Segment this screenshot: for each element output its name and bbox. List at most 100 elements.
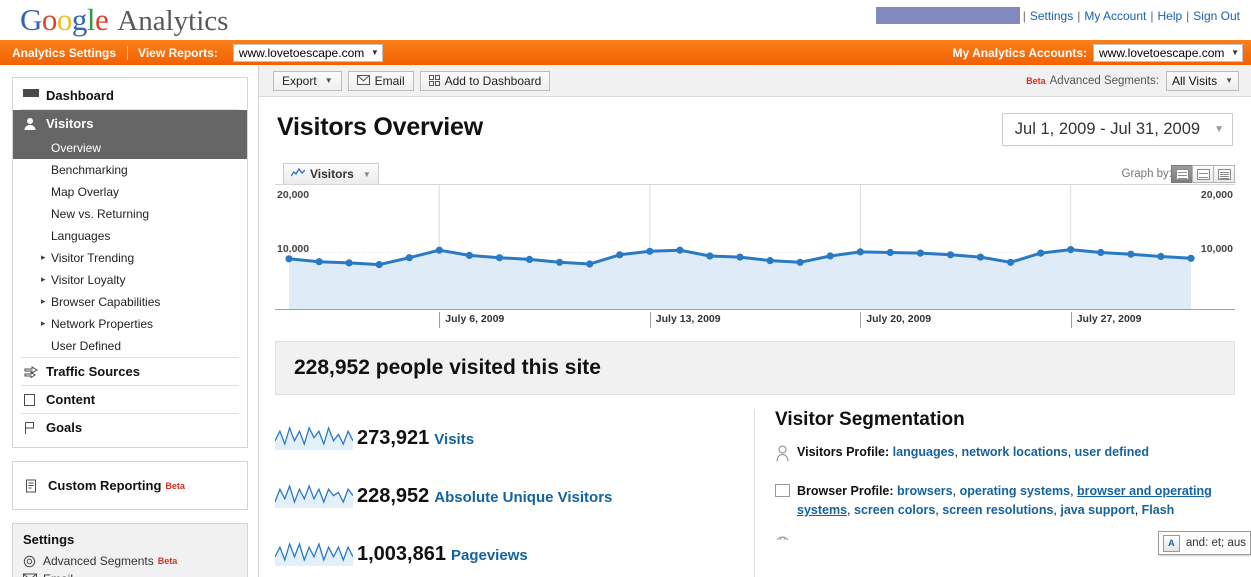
chevron-down-icon: ▼ bbox=[370, 48, 379, 57]
settings-item-label: Email bbox=[43, 572, 73, 577]
metric-selector-tab[interactable]: Visitors ▼ bbox=[283, 163, 379, 184]
graph-by-week-button[interactable] bbox=[1192, 165, 1214, 183]
metric-label-visits[interactable]: Visits bbox=[434, 431, 474, 448]
sidebar-item-overview[interactable]: Overview bbox=[13, 137, 247, 159]
seg-link-operating-systems[interactable]: operating systems bbox=[960, 484, 1070, 498]
sidebar-item-user-defined[interactable]: User Defined bbox=[13, 335, 247, 357]
x-axis-tick-label: July 20, 2009 bbox=[860, 312, 931, 328]
header-link-settings[interactable]: Settings bbox=[1027, 9, 1076, 23]
seg-link-user-defined[interactable]: user defined bbox=[1075, 445, 1149, 459]
advanced-segments-label: Advanced Segments: bbox=[1049, 74, 1159, 87]
sidebar-group-goals: Goals bbox=[21, 414, 239, 441]
envelope-icon bbox=[23, 573, 38, 577]
sidebar-item-visitor-trending[interactable]: Visitor Trending bbox=[13, 247, 247, 269]
graph-by-label: Graph by: bbox=[1121, 168, 1173, 180]
export-button[interactable]: Export ▼ bbox=[273, 70, 342, 91]
sidebar-item-label: Content bbox=[46, 392, 96, 407]
chart-plot-area: 20,000 20,000 10,000 10,000 bbox=[275, 184, 1235, 310]
sidebar: Dashboard Visitors Overview Benchmarking… bbox=[0, 65, 258, 577]
seg-link-network-locations[interactable]: network locations bbox=[961, 445, 1067, 459]
seg-link-screen-resolutions[interactable]: screen resolutions bbox=[942, 503, 1053, 517]
advanced-segments-control: Beta Advanced Segments: All Visits ▼ bbox=[1022, 70, 1239, 91]
week-view-icon bbox=[1196, 168, 1210, 180]
sidebar-item-custom-reporting[interactable]: Custom Reporting Beta bbox=[13, 472, 247, 499]
sidebar-group-dashboard: Dashboard bbox=[21, 82, 239, 110]
segmentation-row-label: Browser Profile: bbox=[797, 484, 894, 498]
metric-label-unique-visitors[interactable]: Absolute Unique Visitors bbox=[434, 489, 612, 506]
add-to-dashboard-button[interactable]: Add to Dashboard bbox=[419, 70, 551, 91]
add-to-dashboard-label: Add to Dashboard bbox=[444, 73, 542, 88]
sidebar-item-content[interactable]: Content bbox=[21, 386, 239, 413]
sidebar-item-browser-capabilities[interactable]: Browser Capabilities bbox=[13, 291, 247, 313]
globe-outline-icon bbox=[775, 534, 797, 540]
chevron-down-icon: ▼ bbox=[1231, 48, 1239, 57]
metric-row: 273,921 Visits bbox=[274, 409, 744, 467]
logo-suffix: Analytics bbox=[117, 5, 229, 37]
x-axis-tick-label: July 6, 2009 bbox=[439, 312, 504, 328]
metric-value: 228,952 bbox=[357, 484, 430, 507]
segmentation-row-label: Visitors Profile: bbox=[797, 445, 890, 459]
view-reports-value: www.lovetoescape.com bbox=[238, 45, 365, 60]
metric-value-row: 273,921 Visits bbox=[357, 427, 474, 450]
seg-link-screen-colors[interactable]: screen colors bbox=[854, 503, 935, 517]
page-title: Visitors Overview bbox=[277, 113, 483, 141]
date-range-picker[interactable]: Jul 1, 2009 - Jul 31, 2009 ▼ bbox=[1001, 113, 1233, 146]
sidebar-item-new-vs-returning[interactable]: New vs. Returning bbox=[13, 203, 247, 225]
export-label: Export bbox=[282, 73, 317, 88]
sidebar-item-benchmarking[interactable]: Benchmarking bbox=[13, 159, 247, 181]
chevron-down-icon: ▼ bbox=[362, 169, 371, 179]
my-analytics-accounts-value: www.lovetoescape.com bbox=[1099, 45, 1225, 60]
advanced-segments-value: All Visits bbox=[1171, 73, 1218, 88]
envelope-icon bbox=[356, 74, 370, 88]
settings-item-advanced-segments[interactable]: Advanced Segments Beta bbox=[23, 552, 237, 570]
sidebar-item-visitor-loyalty[interactable]: Visitor Loyalty bbox=[13, 269, 247, 291]
settings-panel: Settings Advanced Segments Beta Email bbox=[12, 523, 248, 577]
translate-icon[interactable]: A bbox=[1162, 534, 1180, 552]
sidebar-item-traffic-sources[interactable]: Traffic Sources bbox=[21, 358, 239, 385]
chevron-down-icon: ▼ bbox=[324, 76, 333, 85]
translate-tooltip-text: and: et; aus bbox=[1185, 537, 1246, 549]
sidebar-item-dashboard[interactable]: Dashboard bbox=[21, 82, 239, 109]
date-range-value: Jul 1, 2009 - Jul 31, 2009 bbox=[1014, 120, 1201, 138]
view-reports-label: View Reports: bbox=[138, 45, 218, 60]
header-link-help[interactable]: Help bbox=[1154, 9, 1185, 23]
sidebar-item-label: Visitors bbox=[46, 116, 94, 131]
custom-reporting-panel: Custom Reporting Beta bbox=[12, 461, 248, 510]
header-link-my-account[interactable]: My Account bbox=[1081, 9, 1149, 23]
graph-by-month-button[interactable] bbox=[1213, 165, 1235, 183]
sidebar-item-visitors[interactable]: Visitors bbox=[13, 110, 247, 137]
metric-row: 1,003,861 Pageviews bbox=[274, 525, 744, 577]
beta-badge: Beta bbox=[157, 556, 178, 566]
my-analytics-accounts-label: My Analytics Accounts: bbox=[952, 45, 1087, 60]
sidebar-item-languages[interactable]: Languages bbox=[13, 225, 247, 247]
chevron-down-icon: ▼ bbox=[1225, 76, 1233, 85]
sidebar-item-goals[interactable]: Goals bbox=[21, 414, 239, 441]
seg-link-java-support[interactable]: java support bbox=[1060, 503, 1134, 517]
sidebar-group-content: Content bbox=[21, 386, 239, 414]
chevron-down-icon: ▼ bbox=[1214, 124, 1224, 135]
seg-link-languages[interactable]: languages bbox=[893, 445, 955, 459]
advanced-segments-select[interactable]: All Visits ▼ bbox=[1165, 70, 1239, 91]
metric-tab-label: Visitors bbox=[310, 167, 354, 181]
view-reports-select[interactable]: www.lovetoescape.com ▼ bbox=[232, 43, 383, 62]
sidebar-item-network-properties[interactable]: Network Properties bbox=[13, 313, 247, 335]
google-analytics-logo: Google Analytics bbox=[20, 2, 229, 37]
graph-by-day-button[interactable] bbox=[1171, 165, 1193, 183]
sidebar-subitem-label: New vs. Returning bbox=[51, 207, 150, 221]
summary-headline: 228,952 people visited this site bbox=[275, 341, 1235, 395]
metric-label-pageviews[interactable]: Pageviews bbox=[451, 547, 528, 564]
chart-controls: Visitors ▼ Graph by: bbox=[275, 162, 1235, 184]
my-analytics-accounts-select[interactable]: www.lovetoescape.com ▼ bbox=[1093, 43, 1243, 62]
settings-item-email[interactable]: Email bbox=[23, 570, 237, 577]
email-button[interactable]: Email bbox=[347, 70, 414, 91]
graph-by-control: Graph by: bbox=[1121, 165, 1235, 184]
sidebar-item-map-overlay[interactable]: Map Overlay bbox=[13, 181, 247, 203]
seg-link-flash[interactable]: Flash bbox=[1142, 503, 1175, 517]
x-axis-tick-label: July 27, 2009 bbox=[1070, 312, 1142, 328]
visitor-segmentation-panel: Visitor Segmentation Visitors Profile: l… bbox=[755, 409, 1251, 577]
page-icon bbox=[23, 393, 39, 407]
header-link-sign-out[interactable]: Sign Out bbox=[1190, 9, 1243, 23]
analytics-settings-link[interactable]: Analytics Settings bbox=[12, 46, 125, 60]
seg-link-browsers[interactable]: browsers bbox=[897, 484, 953, 498]
metric-value: 1,003,861 bbox=[357, 542, 446, 565]
